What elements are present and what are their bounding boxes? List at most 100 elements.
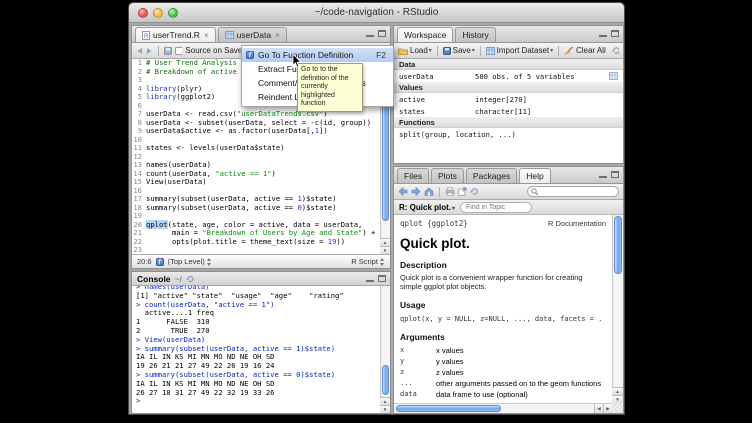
forward-icon[interactable] xyxy=(146,47,153,55)
console-refresh-icon[interactable] xyxy=(186,275,195,283)
help-horizontal-scrollbar[interactable]: ◀ ▶ xyxy=(394,403,612,413)
print-icon[interactable] xyxy=(445,187,455,196)
argument-row: datadata frame to use (optional) xyxy=(400,390,606,399)
scroll-left-icon[interactable]: ◀ xyxy=(594,404,603,414)
title-bar[interactable]: ~/code-navigation - RStudio xyxy=(129,3,624,23)
maximize-pane-icon[interactable] xyxy=(378,275,386,282)
refresh-icon[interactable] xyxy=(612,46,619,55)
floppy-save-icon xyxy=(443,47,451,55)
scrollbar-thumb[interactable] xyxy=(382,365,389,395)
save-icon[interactable] xyxy=(164,47,172,55)
maximize-pane-icon[interactable] xyxy=(611,171,619,178)
save-workspace-button[interactable]: Save xyxy=(443,46,475,55)
help-title: Quick plot. xyxy=(400,236,606,251)
help-search-input[interactable] xyxy=(527,186,619,197)
source-on-save-label: Source on Save xyxy=(185,46,242,55)
tab-history[interactable]: History xyxy=(455,27,495,42)
import-dataset-button[interactable]: Import Dataset xyxy=(486,46,553,55)
back-icon[interactable] xyxy=(398,187,408,196)
maximize-pane-icon[interactable] xyxy=(611,30,619,37)
workspace-row-userdata[interactable]: userData 580 obs. of 5 variables xyxy=(394,70,623,82)
scroll-down-icon[interactable]: ▼ xyxy=(612,395,623,403)
description-text: Quick plot is a convenient wrapper funct… xyxy=(400,274,606,291)
menu-item-go-to-function-definition[interactable]: f Go To Function Definition F2 xyxy=(242,48,393,62)
console-line: 26 27 18 31 27 49 22 32 19 33 26 xyxy=(136,389,380,398)
scrollbar-thumb[interactable] xyxy=(396,405,501,412)
scroll-up-icon[interactable]: ▲ xyxy=(612,387,623,395)
home-icon[interactable] xyxy=(424,187,434,196)
mouse-cursor xyxy=(292,54,302,68)
scroll-down-icon[interactable]: ▼ xyxy=(380,405,390,413)
close-icon[interactable] xyxy=(274,30,280,40)
source-on-save-checkbox[interactable] xyxy=(175,47,183,55)
scroll-right-icon[interactable]: ▶ xyxy=(603,404,612,414)
tab-label: userData xyxy=(237,30,272,40)
code-line: 23 xyxy=(132,246,390,254)
tab-help[interactable]: Help xyxy=(519,168,550,183)
workspace-row-split[interactable]: split(group, location, ...) xyxy=(394,128,623,140)
minimize-pane-icon[interactable] xyxy=(366,30,374,37)
refresh-icon[interactable] xyxy=(470,187,479,196)
help-vertical-scrollbar[interactable]: ▲ ▼ xyxy=(612,215,623,403)
code-line: 18summary(subset(userData, active == 0)$… xyxy=(132,204,390,213)
workspace-object-list: Data userData 580 obs. of 5 variables Va… xyxy=(394,59,623,140)
help-topic-selector[interactable]: R: Quick plot. xyxy=(399,203,455,212)
console-pane: Console ~/ > names(userData) [1] "active… xyxy=(131,271,391,414)
workspace-row-states[interactable]: states character[11] xyxy=(394,105,623,117)
scrollbar-thumb[interactable] xyxy=(614,216,622,274)
help-topic-bar: R: Quick plot. xyxy=(394,200,623,215)
code-line: 11states <- levels(userData$state) xyxy=(132,144,390,153)
view-data-grid-icon[interactable] xyxy=(609,72,618,80)
usage-code: qplot(x, y = NULL, z=NULL, ..., data, fa… xyxy=(400,315,606,323)
menu-shortcut: F2 xyxy=(376,50,386,60)
workspace-row-active[interactable]: active integer[270] xyxy=(394,93,623,105)
section-header: Values xyxy=(394,82,623,93)
back-icon[interactable] xyxy=(136,47,143,55)
argument-row: ...other arguments passed on to the geom… xyxy=(400,379,606,388)
argument-row: zz values xyxy=(400,368,606,377)
resize-grip[interactable] xyxy=(612,403,623,413)
usage-heading: Usage xyxy=(400,300,606,310)
tab-plots[interactable]: Plots xyxy=(431,168,464,183)
scroll-up-icon[interactable]: ▲ xyxy=(380,397,390,405)
console-header: Console ~/ xyxy=(132,272,390,286)
minimize-pane-icon[interactable] xyxy=(599,30,607,37)
svg-text:R: R xyxy=(144,34,149,40)
workspace-toolbar: Load Save Import Dataset Clear All xyxy=(394,43,623,59)
tab-label: userTrend.R xyxy=(153,30,200,40)
open-folder-icon xyxy=(398,47,408,55)
tab-userdata[interactable]: userData xyxy=(218,27,287,42)
close-icon[interactable] xyxy=(203,30,209,40)
cursor-position: 20:6 xyxy=(137,257,152,266)
console-line: > xyxy=(136,397,380,406)
tab-usertrend-r[interactable]: R userTrend.R xyxy=(135,27,216,42)
file-type-selector[interactable]: R Script xyxy=(351,257,385,266)
function-scope-icon: f xyxy=(156,258,164,266)
maximize-pane-icon[interactable] xyxy=(378,30,386,37)
forward-icon[interactable] xyxy=(411,187,421,196)
search-icon xyxy=(531,188,539,196)
stepper-icon xyxy=(380,258,385,266)
clear-all-button[interactable]: Clear All xyxy=(564,46,606,55)
console-output[interactable]: > names(userData) [1] "active" "state" "… xyxy=(132,286,380,413)
help-topic-id: qplot {ggplot2} xyxy=(400,219,468,228)
scroll-up-icon[interactable]: ▲ xyxy=(380,238,390,246)
open-in-new-window-icon[interactable] xyxy=(458,187,467,196)
broom-icon xyxy=(564,46,574,55)
minimize-pane-icon[interactable] xyxy=(599,171,607,178)
help-pane: Files Plots Packages Help R: Quick plot. xyxy=(393,166,624,414)
find-in-topic-input[interactable] xyxy=(460,202,532,213)
load-workspace-button[interactable]: Load xyxy=(398,46,432,55)
console-vertical-scrollbar[interactable]: ▲ ▼ xyxy=(380,286,390,413)
tab-workspace[interactable]: Workspace xyxy=(397,27,453,42)
help-document: qplot {ggplot2} R Documentation Quick pl… xyxy=(394,215,612,403)
function-icon: f xyxy=(246,51,254,59)
menu-item-tooltip: Go to to the definition of the currently… xyxy=(297,63,363,112)
minimize-pane-icon[interactable] xyxy=(366,275,374,282)
section-header: Data xyxy=(394,59,623,70)
tab-packages[interactable]: Packages xyxy=(466,168,517,183)
tab-files[interactable]: Files xyxy=(397,168,429,183)
editor-tab-bar: R userTrend.R userData xyxy=(132,26,390,43)
scope-selector[interactable]: (Top Level) xyxy=(168,257,212,266)
scroll-down-icon[interactable]: ▼ xyxy=(380,246,390,254)
